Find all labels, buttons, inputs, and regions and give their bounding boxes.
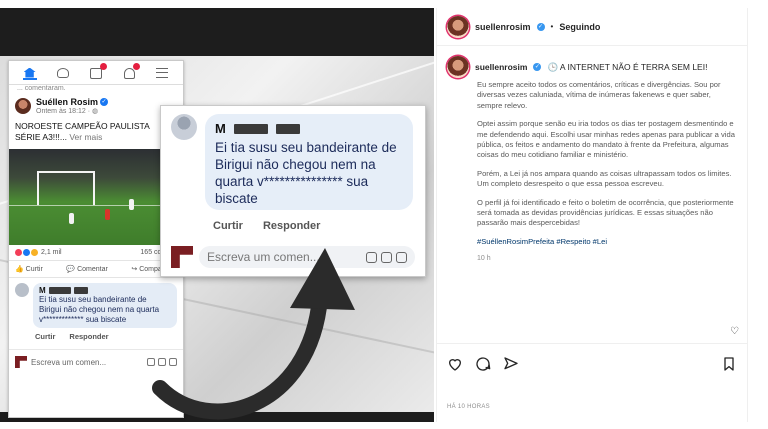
- comment-text: Ei tia susu seu bandeirante de Birigui n…: [215, 140, 397, 206]
- comment-like-button[interactable]: Curtir: [213, 220, 243, 232]
- caption-time: 10 h: [477, 255, 491, 263]
- caption-text: Eu sempre aceito todos os comentários, c…: [447, 80, 737, 247]
- field-line: [9, 205, 183, 206]
- avatar[interactable]: [15, 283, 29, 297]
- marketplace-icon[interactable]: [89, 62, 107, 80]
- redaction-bar: [73, 287, 88, 294]
- verified-badge-icon: ✓: [533, 63, 542, 71]
- curved-arrow-icon: [152, 248, 355, 420]
- dark-band: [0, 8, 434, 56]
- username[interactable]: suellenrosim: [475, 22, 531, 32]
- facebook-nav-bar: [9, 61, 183, 85]
- caption-title: 🕒 A INTERNET NÃO É TERRA SEM LEI!: [547, 61, 708, 72]
- avatar[interactable]: [171, 114, 197, 140]
- comment-reply-button[interactable]: Responder: [263, 220, 320, 232]
- heart-icon[interactable]: [447, 356, 463, 372]
- comment-icon[interactable]: [475, 356, 491, 372]
- like-button[interactable]: 👍 Curtir: [15, 265, 43, 273]
- goal-post: [37, 171, 95, 205]
- post-date: HÁ 10 HORAS: [447, 404, 490, 410]
- separator-dot: •: [550, 22, 554, 31]
- post-author-name: Suéllen Rosim: [36, 97, 99, 107]
- avatar[interactable]: [15, 98, 31, 114]
- comment-input[interactable]: Escreva um comen...: [31, 358, 143, 367]
- comment-actions: Curtir Responder: [213, 220, 320, 232]
- avatar[interactable]: [447, 15, 469, 38]
- caption-username[interactable]: suellenrosim: [475, 62, 527, 72]
- haha-reaction-icon: [31, 249, 38, 256]
- love-reaction-icon: [15, 249, 22, 256]
- redaction-bar: [275, 123, 300, 134]
- caption-paragraph: Eu sempre aceito todos os comentários, c…: [477, 80, 721, 110]
- caption-area: suellenrosim ✓ 🕒 A INTERNET NÃO É TERRA …: [437, 46, 747, 262]
- divider: [437, 343, 747, 344]
- player-figure: [105, 209, 110, 220]
- caption-header: suellenrosim ✓ 🕒 A INTERNET NÃO É TERRA …: [447, 56, 737, 78]
- like-reaction-icon: [23, 249, 30, 256]
- instagram-post-panel: suellenrosim ✓ • Seguindo suellenrosim ✓…: [436, 8, 748, 422]
- globe-icon: ◍: [92, 108, 99, 115]
- avatar[interactable]: [447, 56, 469, 78]
- post-header: Suéllen Rosim ✓ Ontem às 18:12 · ◍: [9, 93, 183, 119]
- post-video-thumbnail[interactable]: [9, 149, 183, 245]
- bookmark-icon[interactable]: [721, 356, 737, 372]
- comment-button[interactable]: 💬 Comentar: [66, 265, 107, 273]
- redaction-bar: [48, 287, 71, 294]
- comment-reply-button[interactable]: Responder: [69, 332, 108, 341]
- comment-like-button[interactable]: Curtir: [35, 332, 55, 341]
- friends-icon[interactable]: [56, 66, 70, 80]
- post-text: NOROESTE CAMPEÃO PAULISTA SÉRIE A3!!!...…: [15, 121, 150, 142]
- following-button[interactable]: Seguindo: [559, 22, 600, 32]
- caption-paragraph: Porém, a Lei já nos ampara quando as coi…: [477, 168, 732, 189]
- like-caption-heart-icon[interactable]: ♡: [730, 326, 739, 337]
- post-header: suellenrosim ✓ • Seguindo: [437, 8, 747, 46]
- hashtags[interactable]: #SuéllenRosimPrefeita #Respeito #Lei: [477, 237, 737, 247]
- reactions-summary[interactable]: 2,1 mil: [15, 249, 62, 256]
- facebook-collage-image: ... comentaram. Suéllen Rosim ✓ Ontem às…: [0, 8, 434, 422]
- home-icon[interactable]: [22, 66, 37, 80]
- verified-badge-icon: ✓: [536, 22, 545, 31]
- gif-icon[interactable]: [396, 251, 407, 263]
- post-timestamp: Ontem às 18:12 · ◍: [36, 108, 99, 115]
- notifications-icon[interactable]: [122, 62, 141, 80]
- see-more-link[interactable]: Ver mais: [69, 132, 102, 142]
- comment-author[interactable]: M: [215, 121, 403, 136]
- emoji-icon[interactable]: [381, 251, 392, 263]
- previous-post-snippet: ... comentaram.: [17, 85, 66, 92]
- player-figure: [129, 199, 134, 210]
- share-icon[interactable]: [503, 356, 519, 372]
- player-figure: [69, 213, 74, 224]
- caption-paragraph: O perfil já foi identificado e feito o b…: [477, 197, 734, 228]
- redaction-bar: [233, 123, 268, 134]
- post-author[interactable]: Suéllen Rosim ✓: [36, 97, 109, 107]
- comment-bubble: M Ei tia susu seu bandeirante de Birigui…: [205, 114, 413, 210]
- verified-badge-icon: ✓: [100, 98, 109, 106]
- user-avatar: [15, 356, 27, 368]
- caption-paragraph: Optei assim porque senão eu iria todos o…: [477, 119, 735, 160]
- menu-icon[interactable]: [155, 66, 169, 80]
- post-action-bar: [447, 356, 737, 372]
